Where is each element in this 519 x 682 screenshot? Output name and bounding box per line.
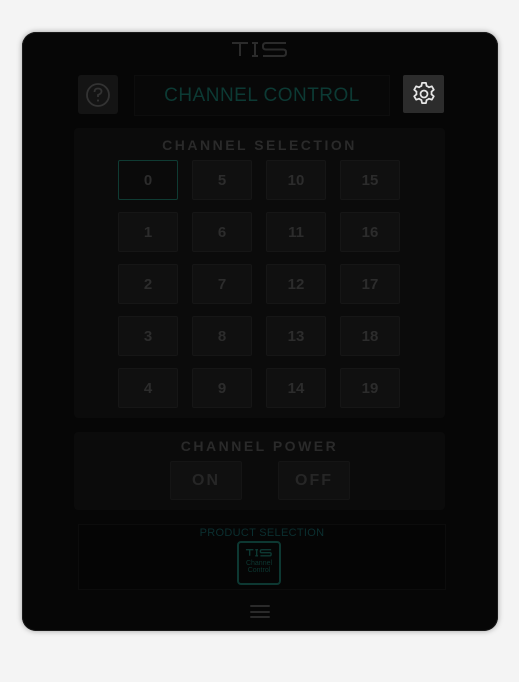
channel-button-11[interactable]: 11 bbox=[266, 212, 326, 252]
channel-selection-panel: CHANNEL SELECTION 0 5 10 15 1 6 11 16 2 7 12 17 3 8 13… bbox=[74, 128, 445, 418]
channel-button-14[interactable]: 14 bbox=[266, 368, 326, 408]
channel-power-label: CHANNEL POWER bbox=[180, 438, 339, 454]
tis-logo bbox=[232, 42, 287, 57]
channel-button-4[interactable]: 4 bbox=[118, 368, 178, 408]
gear-icon bbox=[412, 82, 435, 104]
channel-button-9[interactable]: 9 bbox=[192, 368, 252, 408]
help-button[interactable] bbox=[78, 75, 118, 114]
product-tile-channel-control[interactable]: Channel Control bbox=[237, 541, 281, 585]
product-selection-panel: PRODUCT SELECTION Channel Control bbox=[78, 524, 446, 590]
channel-button-5[interactable]: 5 bbox=[192, 160, 252, 200]
channel-button-2[interactable]: 2 bbox=[118, 264, 178, 304]
channel-button-0[interactable]: 0 bbox=[118, 160, 178, 200]
channel-button-10[interactable]: 10 bbox=[266, 160, 326, 200]
channel-button-6[interactable]: 6 bbox=[192, 212, 252, 252]
settings-button[interactable] bbox=[403, 75, 444, 113]
menu-line bbox=[250, 605, 270, 607]
product-selection-label: PRODUCT SELECTION bbox=[199, 527, 325, 539]
channel-button-3[interactable]: 3 bbox=[118, 316, 178, 356]
channel-button-19[interactable]: 19 bbox=[340, 368, 400, 408]
power-on-button[interactable]: ON bbox=[170, 461, 242, 500]
channel-button-1[interactable]: 1 bbox=[118, 212, 178, 252]
channel-button-7[interactable]: 7 bbox=[192, 264, 252, 304]
power-off-button[interactable]: OFF bbox=[278, 461, 350, 500]
hamburger-menu-icon[interactable] bbox=[250, 603, 270, 620]
title-bar: CHANNEL CONTROL bbox=[134, 75, 390, 116]
channel-button-15[interactable]: 15 bbox=[340, 160, 400, 200]
channel-power-panel: CHANNEL POWER ON OFF bbox=[74, 432, 445, 510]
question-circle-icon bbox=[86, 82, 110, 107]
channel-button-16[interactable]: 16 bbox=[340, 212, 400, 252]
menu-line bbox=[250, 616, 270, 618]
channel-button-18[interactable]: 18 bbox=[340, 316, 400, 356]
channel-button-8[interactable]: 8 bbox=[192, 316, 252, 356]
tis-logo-icon bbox=[245, 549, 272, 557]
channel-button-13[interactable]: 13 bbox=[266, 316, 326, 356]
product-tile-line2: Control bbox=[247, 567, 271, 574]
channel-grid: 0 5 10 15 1 6 11 16 2 7 12 17 3 8 13 18 4 9 14 19 bbox=[118, 160, 400, 408]
channel-button-12[interactable]: 12 bbox=[266, 264, 326, 304]
channel-selection-label: CHANNEL SELECTION bbox=[162, 137, 357, 153]
product-tile-line1: Channel bbox=[245, 560, 273, 567]
page-title: CHANNEL CONTROL bbox=[164, 84, 360, 106]
menu-line bbox=[250, 610, 270, 613]
channel-button-17[interactable]: 17 bbox=[340, 264, 400, 304]
